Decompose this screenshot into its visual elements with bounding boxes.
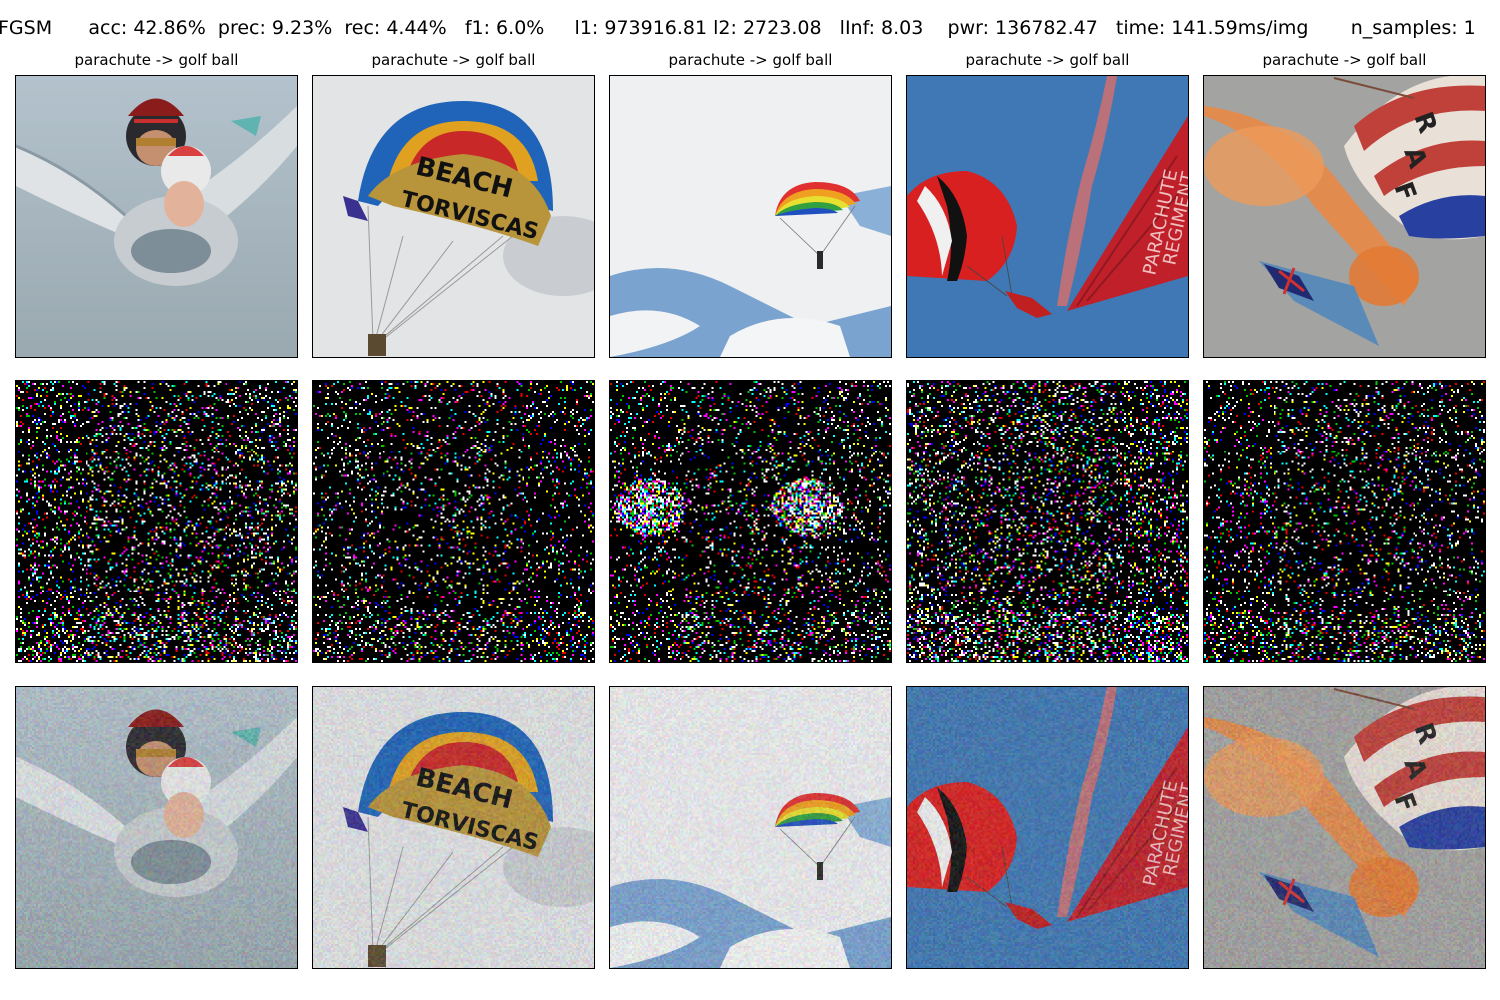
column-title-5: parachute -> golf ball [1262,51,1427,69]
column-title-2: parachute -> golf ball [371,51,536,69]
recall-metric: rec: 4.44% [344,17,447,39]
tandem-skydivers-image [16,76,297,357]
accuracy-metric: acc: 42.86% [88,17,206,39]
adversarial-image-1 [15,686,298,969]
adversarial-grain-3 [610,687,891,968]
adversarial-grain-4 [907,687,1188,968]
perturbation-noise-5 [1204,381,1485,662]
linf-metric: lInf: 8.03 [839,17,924,39]
perturbation-noise-1 [16,381,297,662]
figure-suptitle: FGSM acc: 42.86% prec: 9.23% rec: 4.44% … [0,16,1476,40]
original-image-5: R A F [1203,75,1486,358]
raf-canopy-image: R A F [1204,76,1485,357]
adversarial-image-5: R A F [1203,686,1486,969]
original-image-2: BEACH TORVISCAS [312,75,595,358]
adversarial-grain-2 [313,687,594,968]
rainbow-canopy-image [610,76,891,357]
l2-metric: l2: 2723.08 [713,17,822,39]
perturbation-image-5 [1203,380,1486,663]
f1-metric: f1: 6.0% [464,17,545,39]
perturbation-image-3 [609,380,892,663]
perturbation-image-1 [15,380,298,663]
column-title-4: parachute -> golf ball [965,51,1130,69]
perturbation-image-2 [312,380,595,663]
time-metric: time: 141.59ms/img [1115,17,1309,39]
n-samples-metric: n_samples: 1 [1350,17,1476,39]
adversarial-grain-5 [1204,687,1485,968]
original-image-1 [15,75,298,358]
adversarial-image-2: BEACH TORVISCAS [312,686,595,969]
beach-parasail-image: BEACH TORVISCAS [313,76,594,357]
parachute-regiment-image: PARACHUTE REGIMENT [907,76,1188,357]
l1-metric: l1: 973916.81 [574,17,708,39]
original-image-3 [609,75,892,358]
column-title-1: parachute -> golf ball [74,51,239,69]
perturbation-noise-4 [907,381,1188,662]
power-metric: pwr: 136782.47 [947,17,1098,39]
original-image-4: PARACHUTE REGIMENT [906,75,1189,358]
precision-metric: prec: 9.23% [217,17,333,39]
adversarial-image-4: PARACHUTE REGIMENT [906,686,1189,969]
perturbation-noise-2 [313,381,594,662]
adversarial-grain-1 [16,687,297,968]
attack-method: FGSM [0,17,53,39]
adversarial-image-3 [609,686,892,969]
column-title-3: parachute -> golf ball [668,51,833,69]
perturbation-noise-3 [610,381,891,662]
perturbation-image-4 [906,380,1189,663]
